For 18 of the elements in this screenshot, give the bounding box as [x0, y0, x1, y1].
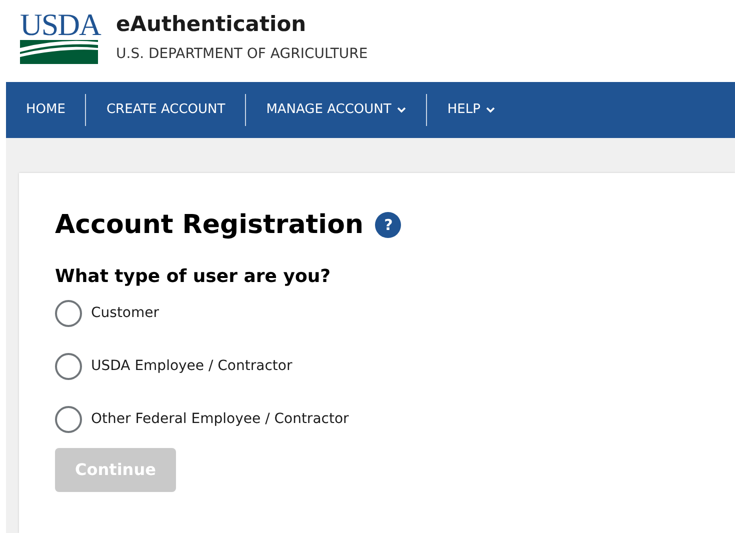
site-title: eAuthentication	[116, 11, 308, 38]
radio-label: USDA Employee / Contractor	[91, 357, 292, 376]
radio-button[interactable]	[55, 300, 82, 327]
caret-icon	[397, 107, 406, 113]
field-logo-icon	[20, 40, 98, 64]
radio-button[interactable]	[55, 406, 82, 433]
caret-icon	[486, 107, 496, 113]
radio-button[interactable]	[55, 353, 82, 380]
page-heading: Account Registration	[55, 209, 364, 242]
question-label: What type of user are you?	[55, 265, 331, 289]
nav-link[interactable]: MANAGE ACCOUNT	[246, 100, 426, 120]
help-icon[interactable]: ?	[375, 212, 402, 238]
radio-label: Other Federal Employee / Contractor	[91, 410, 349, 429]
nav-link[interactable]: HELP	[427, 100, 516, 120]
site-subtitle: U.S. DEPARTMENT OF AGRICULTURE	[116, 45, 368, 64]
radio-label: Customer	[91, 304, 160, 323]
nav-link[interactable]: CREATE ACCOUNT	[86, 100, 246, 120]
nav-link[interactable]: HOME	[6, 100, 86, 120]
